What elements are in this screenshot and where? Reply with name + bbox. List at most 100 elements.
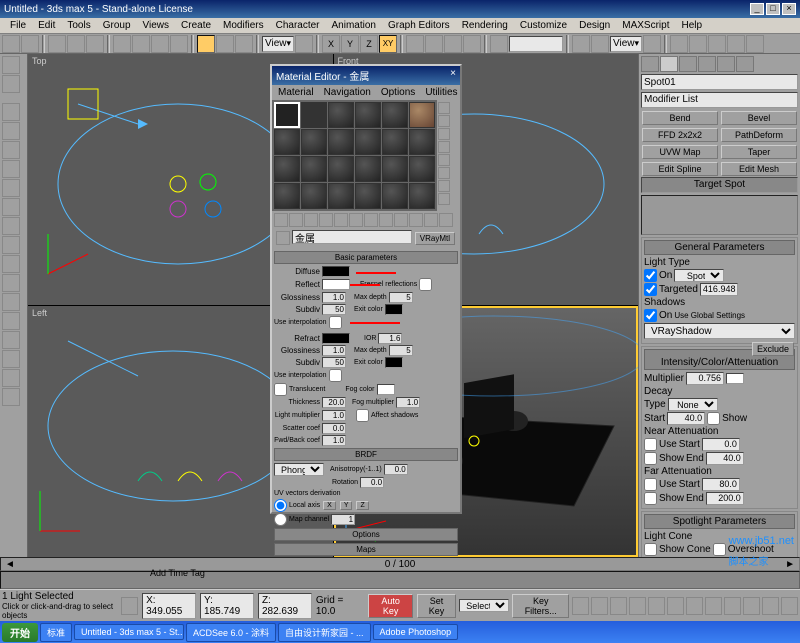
mat-slot-2[interactable]	[301, 102, 327, 128]
coord-system-dropdown[interactable]: View ▾	[262, 36, 294, 52]
exclude-button[interactable]: Exclude	[752, 342, 794, 356]
refl-interp-checkbox[interactable]	[329, 316, 342, 329]
mapchannel-radio[interactable]	[274, 513, 287, 526]
menu-animation[interactable]: Animation	[326, 19, 382, 32]
move-button[interactable]	[197, 35, 215, 53]
localaxis-radio[interactable]	[274, 499, 287, 512]
diffuse-swatch[interactable]	[322, 266, 350, 277]
multiplier-spinner[interactable]: 0.756	[686, 372, 724, 385]
menu-rendering[interactable]: Rendering	[456, 19, 514, 32]
mat-slot[interactable]	[274, 129, 300, 155]
video-check-button[interactable]	[438, 154, 450, 166]
reactor-plane-button[interactable]	[2, 160, 20, 178]
next-frame-button[interactable]	[629, 597, 646, 615]
schematic-button[interactable]	[689, 35, 707, 53]
task-item-1[interactable]: Untitled - 3ds max 5 - St...	[74, 624, 184, 640]
mat-slot[interactable]	[382, 183, 408, 209]
mat-slot[interactable]	[274, 156, 300, 182]
show-end-button[interactable]	[409, 213, 423, 227]
mat-slot[interactable]	[355, 129, 381, 155]
basic-params-header[interactable]: Basic parameters	[274, 251, 458, 264]
zoom-ext-button[interactable]	[705, 597, 722, 615]
reactor-mesh-button[interactable]	[2, 179, 20, 197]
snap-button[interactable]	[406, 35, 424, 53]
pan-button[interactable]	[743, 597, 760, 615]
mat-slot[interactable]	[355, 156, 381, 182]
goto-end-button[interactable]	[648, 597, 665, 615]
affect-shadows-checkbox[interactable]	[356, 409, 369, 422]
align-button[interactable]	[591, 35, 609, 53]
mirror-button[interactable]	[572, 35, 590, 53]
filter-button[interactable]	[170, 35, 188, 53]
autokey-button[interactable]: Auto Key	[368, 594, 412, 618]
menu-customize[interactable]: Customize	[514, 19, 573, 32]
named-sel-button[interactable]	[490, 35, 508, 53]
mat-slot[interactable]	[301, 129, 327, 155]
modify-tab[interactable]	[660, 56, 678, 72]
refl-maxdepth-spinner[interactable]: 5	[389, 292, 413, 303]
fov-button[interactable]	[724, 597, 741, 615]
link-button[interactable]	[48, 35, 66, 53]
prev-frame-button[interactable]	[591, 597, 608, 615]
maps-header[interactable]: Maps	[274, 543, 458, 556]
task-item-3[interactable]: 自由设计新家园 - ...	[278, 623, 371, 642]
select-by-mat-button[interactable]	[438, 193, 450, 205]
axis-x-button[interactable]: X	[322, 35, 340, 53]
make-unique-button[interactable]	[349, 213, 363, 227]
reactor-rope-button[interactable]	[2, 236, 20, 254]
mat-slot-5[interactable]	[382, 102, 408, 128]
mat-menu-options[interactable]: Options	[376, 86, 420, 99]
decay-type-dropdown[interactable]: None	[668, 398, 718, 411]
mat-titlebar[interactable]: Material Editor - 金属 ×	[272, 66, 460, 85]
go-forward-button[interactable]	[439, 213, 453, 227]
go-parent-button[interactable]	[424, 213, 438, 227]
create-tab[interactable]	[641, 56, 659, 72]
goto-start-button[interactable]	[572, 597, 589, 615]
hierarchy-tab[interactable]	[679, 56, 697, 72]
mat-slot[interactable]	[409, 183, 435, 209]
mat-name-field[interactable]	[292, 230, 412, 244]
keymode-dropdown[interactable]: Selected	[459, 599, 509, 612]
percent-snap-button[interactable]	[444, 35, 462, 53]
axis-z-button[interactable]: Z	[360, 35, 378, 53]
ior-spinner[interactable]: 1.6	[378, 333, 402, 344]
y-coord[interactable]: Y: 185.749	[200, 593, 254, 619]
menu-modifiers[interactable]: Modifiers	[217, 19, 270, 32]
axis-xy-button[interactable]: XY	[379, 35, 397, 53]
mat-slot[interactable]	[355, 183, 381, 209]
close-button[interactable]: ×	[782, 3, 796, 15]
select-region-button[interactable]	[151, 35, 169, 53]
menu-maxscript[interactable]: MAXScript	[616, 19, 675, 32]
mat-slot-4[interactable]	[355, 102, 381, 128]
mat-slot[interactable]	[328, 129, 354, 155]
menu-grapheditors[interactable]: Graph Editors	[382, 19, 456, 32]
put-to-lib-button[interactable]	[364, 213, 378, 227]
far-show-checkbox[interactable]	[644, 492, 657, 505]
spinner-snap-button[interactable]	[463, 35, 481, 53]
reactor-box-button[interactable]	[2, 103, 20, 121]
reactor-cloth-button[interactable]	[2, 198, 20, 216]
angle-snap-button[interactable]	[425, 35, 443, 53]
reactor-preview-button[interactable]	[2, 369, 20, 387]
refr-exit-swatch[interactable]	[385, 357, 403, 368]
refr-gloss-spinner[interactable]: 1.0	[322, 345, 346, 356]
uvwmap-button[interactable]: UVW Map	[642, 145, 718, 159]
menu-help[interactable]: Help	[675, 19, 708, 32]
showcone-checkbox[interactable]	[644, 543, 657, 556]
menu-group[interactable]: Group	[97, 19, 137, 32]
near-show-checkbox[interactable]	[644, 452, 657, 465]
rotation-spinner[interactable]: 0.0	[360, 477, 384, 488]
fog-swatch[interactable]	[377, 384, 395, 395]
add-time-tag[interactable]: Add Time Tag	[150, 568, 205, 578]
minimize-button[interactable]: _	[750, 3, 764, 15]
mat-slot-6[interactable]	[409, 102, 435, 128]
mat-menu-material[interactable]: Material	[273, 86, 319, 99]
lock-button[interactable]	[2, 75, 20, 93]
reactor-frac-button[interactable]	[2, 350, 20, 368]
taper-button[interactable]: Taper	[721, 145, 797, 159]
task-item-2[interactable]: ACDSee 6.0 - 涂料	[186, 623, 276, 642]
backlight-button[interactable]	[438, 115, 450, 127]
light-type-dropdown[interactable]: Spot	[674, 269, 724, 282]
get-material-button[interactable]	[274, 213, 288, 227]
refr-interp-checkbox[interactable]	[329, 369, 342, 382]
